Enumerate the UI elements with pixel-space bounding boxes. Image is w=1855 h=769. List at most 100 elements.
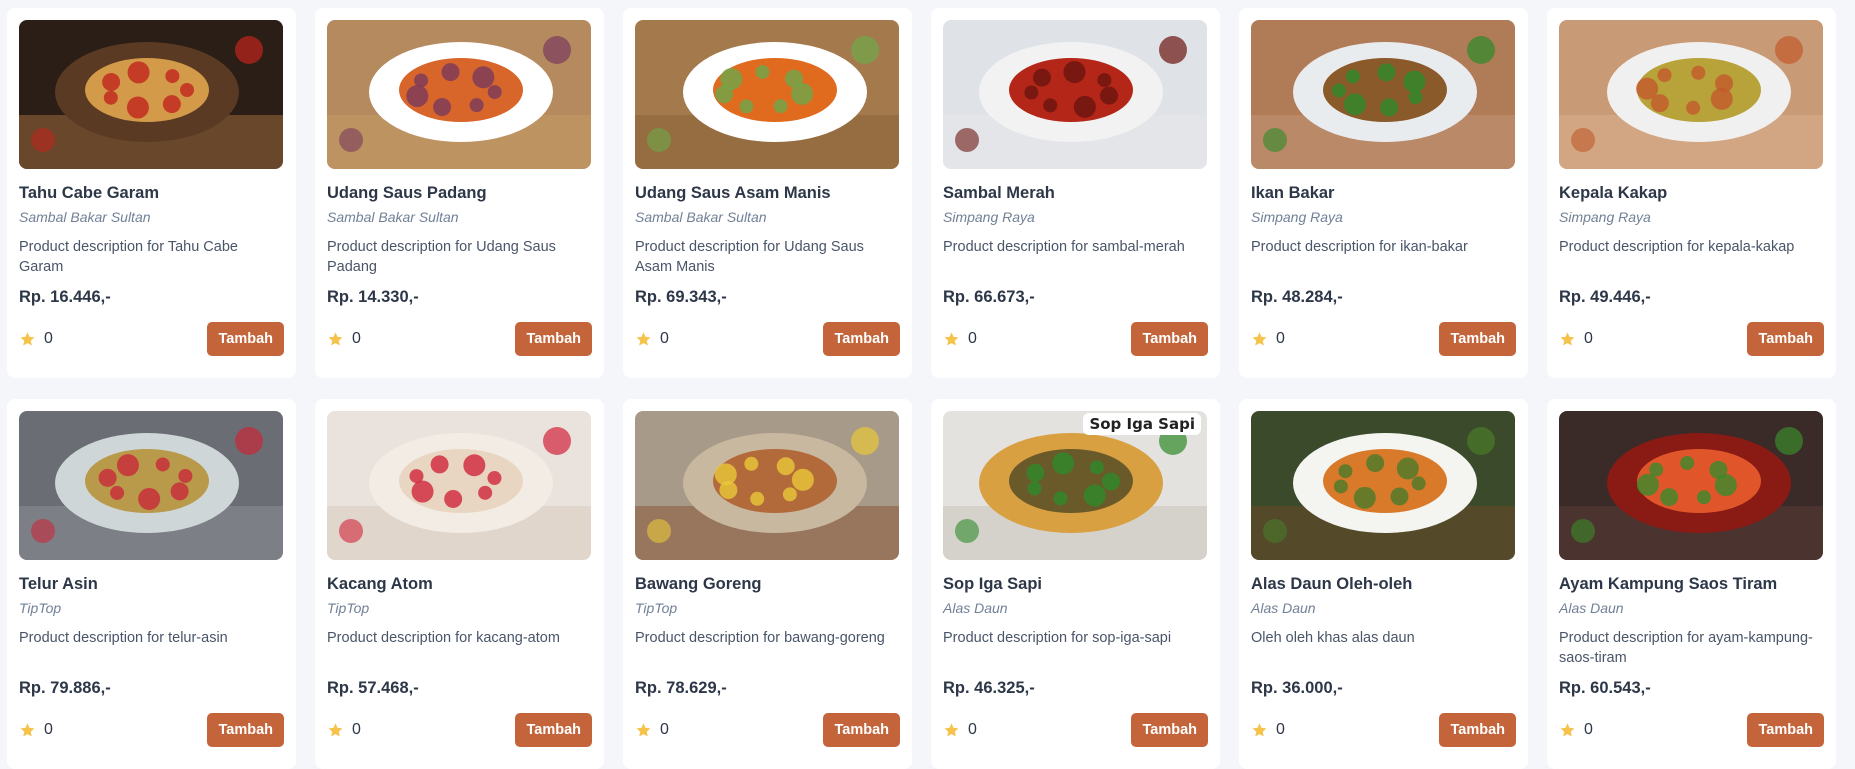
rating: 0 <box>1559 721 1593 739</box>
product-image[interactable] <box>943 20 1207 169</box>
card-footer: 0 Tambah <box>19 322 284 356</box>
product-image[interactable]: Sop Iga Sapi <box>943 411 1207 560</box>
rating-value: 0 <box>1584 721 1593 738</box>
product-price: Rp. 69.343,- <box>635 288 727 306</box>
product-description: Product description for Tahu Cabe Garam <box>19 239 238 275</box>
product-image[interactable] <box>19 411 283 560</box>
rating-value: 0 <box>660 721 669 738</box>
add-button[interactable]: Tambah <box>1439 713 1516 747</box>
product-description: Product description for sambal-merah <box>943 239 1185 255</box>
add-button[interactable]: Tambah <box>1439 322 1516 356</box>
product-seller: Sambal Bakar Sultan <box>635 209 767 225</box>
star-icon <box>944 331 959 346</box>
product-name[interactable]: Sop Iga Sapi <box>943 574 1208 594</box>
product-image[interactable] <box>635 20 899 169</box>
product-name[interactable]: Tahu Cabe Garam <box>19 183 284 203</box>
add-button[interactable]: Tambah <box>1131 322 1208 356</box>
product-image[interactable] <box>1559 20 1823 169</box>
product-card-8[interactable]: Kacang Atom TipTop Product description f… <box>315 399 604 769</box>
add-button[interactable]: Tambah <box>1747 713 1824 747</box>
rating: 0 <box>1251 721 1285 739</box>
product-name[interactable]: Alas Daun Oleh-oleh <box>1251 574 1516 594</box>
add-button[interactable]: Tambah <box>207 713 284 747</box>
food-photo <box>327 411 591 560</box>
product-image[interactable] <box>19 20 283 169</box>
rating-value: 0 <box>352 330 361 347</box>
card-footer: 0 Tambah <box>1251 713 1516 747</box>
food-photo <box>1559 20 1823 169</box>
product-image[interactable] <box>327 20 591 169</box>
product-card-5[interactable]: Ikan Bakar Simpang Raya Product descript… <box>1239 8 1528 378</box>
rating: 0 <box>635 721 669 739</box>
product-image[interactable] <box>1251 20 1515 169</box>
product-card-9[interactable]: Bawang Goreng TipTop Product description… <box>623 399 912 769</box>
card-footer: 0 Tambah <box>327 713 592 747</box>
star-icon <box>328 331 343 346</box>
product-description: Product description for telur-asin <box>19 630 228 646</box>
product-price: Rp. 46.325,- <box>943 679 1035 697</box>
star-icon <box>20 331 35 346</box>
product-name[interactable]: Telur Asin <box>19 574 284 594</box>
product-name[interactable]: Sambal Merah <box>943 183 1208 203</box>
product-card-4[interactable]: Sambal Merah Simpang Raya Product descri… <box>931 8 1220 378</box>
product-card-7[interactable]: Telur Asin TipTop Product description fo… <box>7 399 296 769</box>
product-price: Rp. 78.629,- <box>635 679 727 697</box>
star-icon <box>944 722 959 737</box>
product-card-3[interactable]: Udang Saus Asam Manis Sambal Bakar Sulta… <box>623 8 912 378</box>
rating: 0 <box>327 330 361 348</box>
food-photo <box>1251 411 1515 560</box>
rating-value: 0 <box>1276 330 1285 347</box>
rating: 0 <box>635 330 669 348</box>
product-name[interactable]: Udang Saus Padang <box>327 183 592 203</box>
star-icon <box>1252 331 1267 346</box>
food-photo <box>635 20 899 169</box>
product-description: Product description for bawang-goreng <box>635 630 885 646</box>
product-card-6[interactable]: Kepala Kakap Simpang Raya Product descri… <box>1547 8 1836 378</box>
product-description: Product description for Udang Saus Asam … <box>635 239 864 275</box>
add-button[interactable]: Tambah <box>823 322 900 356</box>
card-footer: 0 Tambah <box>635 322 900 356</box>
product-image[interactable] <box>1559 411 1823 560</box>
card-footer: 0 Tambah <box>327 322 592 356</box>
product-name[interactable]: Ikan Bakar <box>1251 183 1516 203</box>
star-icon <box>1560 722 1575 737</box>
product-card-1[interactable]: Tahu Cabe Garam Sambal Bakar Sultan Prod… <box>7 8 296 378</box>
product-image[interactable] <box>327 411 591 560</box>
rating-value: 0 <box>44 330 53 347</box>
card-footer: 0 Tambah <box>1559 713 1824 747</box>
product-name[interactable]: Udang Saus Asam Manis <box>635 183 900 203</box>
product-card-12[interactable]: Ayam Kampung Saos Tiram Alas Daun Produc… <box>1547 399 1836 769</box>
product-image[interactable] <box>635 411 899 560</box>
product-price: Rp. 57.468,- <box>327 679 419 697</box>
card-footer: 0 Tambah <box>19 713 284 747</box>
add-button[interactable]: Tambah <box>515 322 592 356</box>
product-name[interactable]: Kepala Kakap <box>1559 183 1824 203</box>
add-button[interactable]: Tambah <box>823 713 900 747</box>
product-name[interactable]: Ayam Kampung Saos Tiram <box>1559 574 1824 594</box>
add-button[interactable]: Tambah <box>1131 713 1208 747</box>
product-card-11[interactable]: Alas Daun Oleh-oleh Alas Daun Oleh oleh … <box>1239 399 1528 769</box>
product-price: Rp. 60.543,- <box>1559 679 1651 697</box>
food-photo <box>943 20 1207 169</box>
food-photo <box>19 20 283 169</box>
add-button[interactable]: Tambah <box>1747 322 1824 356</box>
product-price: Rp. 16.446,- <box>19 288 111 306</box>
product-seller: TipTop <box>635 600 678 616</box>
star-icon <box>1560 331 1575 346</box>
product-price: Rp. 36.000,- <box>1251 679 1343 697</box>
product-grid: Tahu Cabe Garam Sambal Bakar Sultan Prod… <box>7 0 1855 769</box>
product-image[interactable] <box>1251 411 1515 560</box>
product-name[interactable]: Bawang Goreng <box>635 574 900 594</box>
product-description: Product description for ayam-kampung-sao… <box>1559 630 1813 666</box>
product-description: Product description for Udang Saus Padan… <box>327 239 556 275</box>
rating: 0 <box>943 330 977 348</box>
product-card-10[interactable]: Sop Iga Sapi Sop Iga Sapi Alas Daun Prod… <box>931 399 1220 769</box>
product-card-2[interactable]: Udang Saus Padang Sambal Bakar Sultan Pr… <box>315 8 604 378</box>
product-seller: Sambal Bakar Sultan <box>19 209 151 225</box>
card-footer: 0 Tambah <box>943 713 1208 747</box>
rating: 0 <box>327 721 361 739</box>
add-button[interactable]: Tambah <box>207 322 284 356</box>
add-button[interactable]: Tambah <box>515 713 592 747</box>
product-name[interactable]: Kacang Atom <box>327 574 592 594</box>
food-photo <box>635 411 899 560</box>
